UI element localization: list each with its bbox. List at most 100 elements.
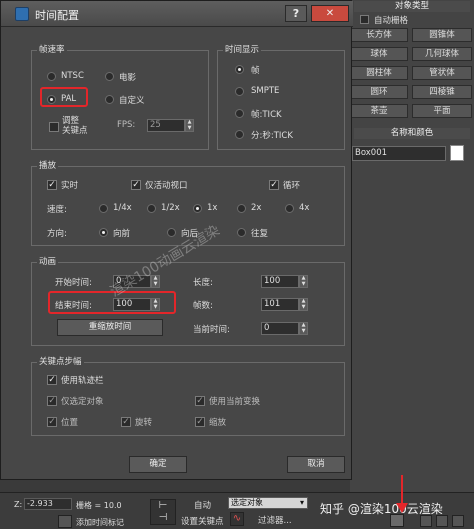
label-speed-1x: 1x bbox=[207, 203, 218, 213]
label-min-sec-tick: 分:秒:TICK bbox=[251, 131, 293, 141]
realtime-label: 实时 bbox=[61, 181, 79, 191]
length-spinner[interactable]: ▲ ▼ bbox=[299, 275, 308, 288]
radio-direction-forward[interactable] bbox=[99, 228, 108, 237]
length-input[interactable]: 100 bbox=[261, 275, 299, 288]
red-arrow-head bbox=[396, 503, 408, 513]
chevron-down-icon: ▾ bbox=[299, 498, 304, 507]
command-panel: 对象类型 自动栅格 长方体 圆锥体 球体 几何球体 圆柱体 管状体 圆环 四棱锥 茶壶 平面 名称… bbox=[350, 0, 474, 492]
radio-speed-1x[interactable] bbox=[193, 204, 202, 213]
add-time-tag[interactable]: 添加时间标记 bbox=[76, 517, 124, 528]
fps-spinner[interactable]: ▲ ▼ bbox=[185, 119, 194, 132]
use-current-transform-label: 使用当前变换 bbox=[209, 397, 261, 407]
zoom-icon[interactable] bbox=[420, 515, 432, 527]
radio-custom[interactable] bbox=[105, 95, 114, 104]
time-configuration-button[interactable] bbox=[390, 514, 404, 527]
help-button[interactable]: ? bbox=[285, 5, 307, 22]
rescale-time-button[interactable]: 重缩放时间 bbox=[57, 319, 163, 336]
fps-input[interactable]: 25 bbox=[147, 119, 185, 132]
object-type-button[interactable]: 长方体 bbox=[350, 28, 408, 42]
radio-min-sec-tick[interactable] bbox=[235, 130, 244, 139]
radio-speed-4x[interactable] bbox=[285, 204, 294, 213]
frame-count-spinner[interactable]: ▲ ▼ bbox=[299, 298, 308, 311]
object-name-field[interactable]: Box001 bbox=[352, 146, 446, 161]
label-frames: 帧 bbox=[251, 66, 260, 76]
pan-icon[interactable] bbox=[436, 515, 448, 527]
scale-checkbox[interactable]: ✓ bbox=[195, 417, 205, 427]
label-smpte: SMPTE bbox=[251, 86, 280, 96]
loop-label: 循环 bbox=[283, 181, 301, 191]
radio-ntsc[interactable] bbox=[47, 72, 56, 81]
label-speed-2x: 2x bbox=[251, 203, 262, 213]
autogrid-checkbox[interactable] bbox=[360, 15, 369, 24]
object-type-button[interactable]: 几何球体 bbox=[412, 47, 472, 61]
use-trackbar-checkbox[interactable]: ✓ bbox=[47, 375, 57, 385]
rotation-checkbox[interactable]: ✓ bbox=[121, 417, 131, 427]
position-checkbox[interactable]: ✓ bbox=[47, 417, 57, 427]
object-type-button[interactable]: 圆锥体 bbox=[412, 28, 472, 42]
time-tag-icon[interactable] bbox=[58, 515, 72, 528]
red-arrow-shaft bbox=[401, 475, 403, 505]
rotation-label: 旋转 bbox=[135, 418, 153, 428]
use-trackbar-label: 使用轨迹栏 bbox=[61, 376, 104, 386]
radio-speed-2x[interactable] bbox=[237, 204, 246, 213]
label-direction-pingpong: 往复 bbox=[251, 229, 269, 239]
label-film: 电影 bbox=[119, 73, 137, 83]
object-color-swatch[interactable] bbox=[450, 145, 464, 161]
object-type-button[interactable]: 球体 bbox=[350, 47, 408, 61]
current-time-spinner[interactable]: ▲ ▼ bbox=[299, 322, 308, 335]
z-coordinate-field[interactable]: -2.933 bbox=[24, 498, 72, 510]
frame-rate-group-label: 帧速率 bbox=[37, 43, 67, 55]
radio-frames[interactable] bbox=[235, 65, 244, 74]
object-type-button[interactable]: 管状体 bbox=[412, 66, 472, 80]
use-current-transform-checkbox[interactable]: ✓ bbox=[195, 396, 205, 406]
status-bar: Z: -2.933 栅格 = 10.0 添加时间标记 ⊢ ⊣ 自动 设置关键点 选… bbox=[0, 475, 474, 529]
scale-label: 缩放 bbox=[209, 418, 227, 428]
selection-dropdown[interactable]: 选定对象 ▾ bbox=[228, 497, 308, 509]
radio-direction-pingpong[interactable] bbox=[237, 228, 246, 237]
radio-smpte[interactable] bbox=[235, 87, 244, 96]
radio-frame-tick[interactable] bbox=[235, 109, 244, 118]
selected-only-checkbox[interactable]: ✓ bbox=[47, 396, 57, 406]
curve-icon[interactable]: ∿ bbox=[230, 512, 244, 526]
active-viewport-checkbox[interactable]: ✓ bbox=[131, 180, 141, 190]
loop-checkbox[interactable]: ✓ bbox=[269, 180, 279, 190]
app-icon bbox=[15, 7, 29, 21]
ok-button[interactable]: 确定 bbox=[129, 456, 187, 473]
object-type-button[interactable]: 平面 bbox=[412, 104, 472, 118]
filter-button[interactable]: 过滤器... bbox=[258, 514, 292, 526]
object-type-button[interactable]: 四棱锥 bbox=[412, 85, 472, 99]
radio-speed-quarter[interactable] bbox=[99, 204, 108, 213]
name-color-header: 名称和颜色 bbox=[354, 128, 470, 139]
length-label: 长度: bbox=[193, 278, 213, 288]
frame-count-input[interactable]: 101 bbox=[261, 298, 299, 311]
realtime-checkbox[interactable]: ✓ bbox=[47, 180, 57, 190]
object-type-button[interactable]: 圆柱体 bbox=[350, 66, 408, 80]
start-time-label: 开始时间: bbox=[55, 278, 92, 288]
object-type-header: 对象类型 bbox=[354, 1, 470, 12]
adjust-keys-label: 调整 关键点 bbox=[62, 116, 88, 136]
adjust-keys-checkbox[interactable] bbox=[49, 122, 59, 132]
z-label: Z: bbox=[14, 500, 23, 509]
auto-key-button[interactable]: 自动 bbox=[194, 499, 211, 511]
radio-film[interactable] bbox=[105, 72, 114, 81]
dialog-title: 时间配置 bbox=[35, 9, 79, 22]
active-viewport-label: 仅活动视口 bbox=[145, 181, 188, 191]
dialog-titlebar[interactable]: 时间配置 ? ✕ bbox=[1, 1, 353, 27]
radio-speed-half[interactable] bbox=[147, 204, 156, 213]
label-direction-forward: 向前 bbox=[113, 229, 131, 239]
object-type-button[interactable]: 圆环 bbox=[350, 85, 408, 99]
set-key-button[interactable]: 设置关键点 bbox=[181, 515, 224, 527]
speed-label: 速度: bbox=[47, 205, 67, 215]
label-custom: 自定义 bbox=[119, 96, 145, 106]
animation-group-label: 动画 bbox=[37, 255, 59, 267]
current-time-input[interactable]: 0 bbox=[261, 322, 299, 335]
key-mode-icon[interactable]: ⊢ ⊣ bbox=[150, 499, 176, 525]
close-button[interactable]: ✕ bbox=[311, 5, 349, 22]
orbit-icon[interactable] bbox=[452, 515, 464, 527]
object-type-button[interactable]: 茶壶 bbox=[350, 104, 408, 118]
fps-label: FPS: bbox=[117, 120, 136, 130]
cancel-button[interactable]: 取消 bbox=[287, 456, 345, 473]
time-display-group-label: 时间显示 bbox=[223, 43, 262, 55]
radio-direction-reverse[interactable] bbox=[167, 228, 176, 237]
label-speed-half: 1/2x bbox=[161, 203, 180, 213]
